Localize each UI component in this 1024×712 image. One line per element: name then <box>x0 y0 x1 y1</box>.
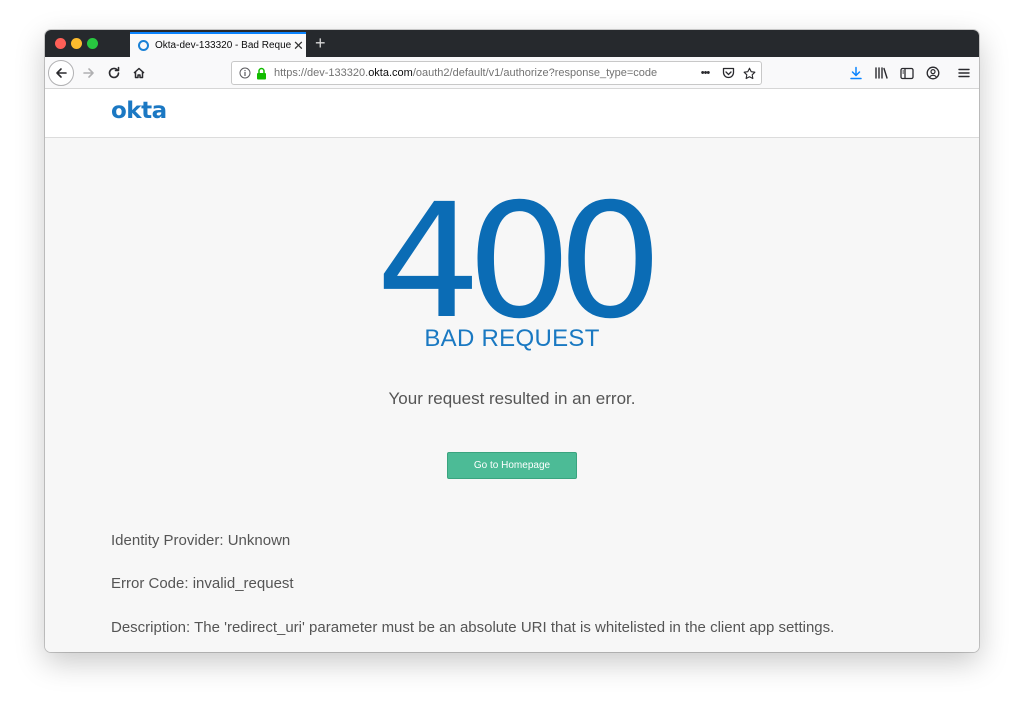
error-message: Your request resulted in an error. <box>388 389 636 408</box>
pocket-icon[interactable] <box>720 65 736 81</box>
zoom-window-button[interactable] <box>87 38 98 49</box>
page-actions-icon[interactable]: ••• <box>696 65 714 81</box>
tab-close-icon[interactable]: ✕ <box>293 39 304 52</box>
tab-title: Okta-dev-133320 - Bad Request <box>155 40 291 51</box>
forward-icon <box>83 68 94 78</box>
identity-provider-detail: Identity Provider: Unknown <box>111 532 291 549</box>
new-tab-button[interactable]: + <box>315 33 326 53</box>
account-button[interactable] <box>924 63 942 83</box>
library-button[interactable] <box>872 63 890 83</box>
url-path: /oauth2/default/v1/authorize?response_ty… <box>412 67 658 79</box>
error-code-detail: Error Code: invalid_request <box>111 575 294 592</box>
menu-button[interactable] <box>955 63 973 83</box>
library-icon <box>874 67 888 79</box>
menu-icon <box>958 68 970 78</box>
lock-icon[interactable] <box>254 65 268 81</box>
minimize-window-button[interactable] <box>71 38 82 49</box>
sidebar-icon <box>900 67 914 79</box>
nav-toolbar: https://dev-133320.okta.com/oauth2/defau… <box>45 57 979 89</box>
back-button[interactable] <box>48 60 74 86</box>
back-icon <box>56 68 67 78</box>
page-content: okta 400 BAD REQUEST Your request result… <box>45 89 979 652</box>
tab-active[interactable]: Okta-dev-133320 - Bad Request ✕ <box>130 32 306 57</box>
reload-icon <box>108 66 120 79</box>
forward-button[interactable] <box>79 63 99 83</box>
error-code: 400 <box>375 170 663 354</box>
downloads-button[interactable] <box>847 63 865 83</box>
reload-button[interactable] <box>104 63 124 83</box>
tab-bar: Okta-dev-133320 - Bad Request ✕ + <box>45 30 979 57</box>
okta-favicon-icon <box>138 40 149 51</box>
okta-logo[interactable]: okta <box>111 98 167 124</box>
home-icon <box>133 67 145 79</box>
account-icon <box>926 66 940 80</box>
info-icon[interactable] <box>238 65 252 81</box>
sidebar-button[interactable] <box>898 63 916 83</box>
bookmark-star-icon[interactable] <box>741 65 757 81</box>
go-to-homepage-button[interactable]: Go to Homepage <box>447 452 577 479</box>
close-window-button[interactable] <box>55 38 66 49</box>
download-icon <box>850 66 862 80</box>
browser-window: Okta-dev-133320 - Bad Request ✕ + https:… <box>45 30 979 652</box>
okta-header: okta <box>45 89 979 138</box>
url-prefix: https://dev-133320. <box>274 67 369 79</box>
description-detail: Description: The 'redirect_uri' paramete… <box>111 619 835 636</box>
error-title: BAD REQUEST <box>424 325 600 352</box>
url-text[interactable]: https://dev-133320.okta.com/oauth2/defau… <box>274 67 674 79</box>
url-bar[interactable]: https://dev-133320.okta.com/oauth2/defau… <box>231 61 762 85</box>
home-button[interactable] <box>129 63 149 83</box>
url-host: okta.com <box>368 67 413 79</box>
